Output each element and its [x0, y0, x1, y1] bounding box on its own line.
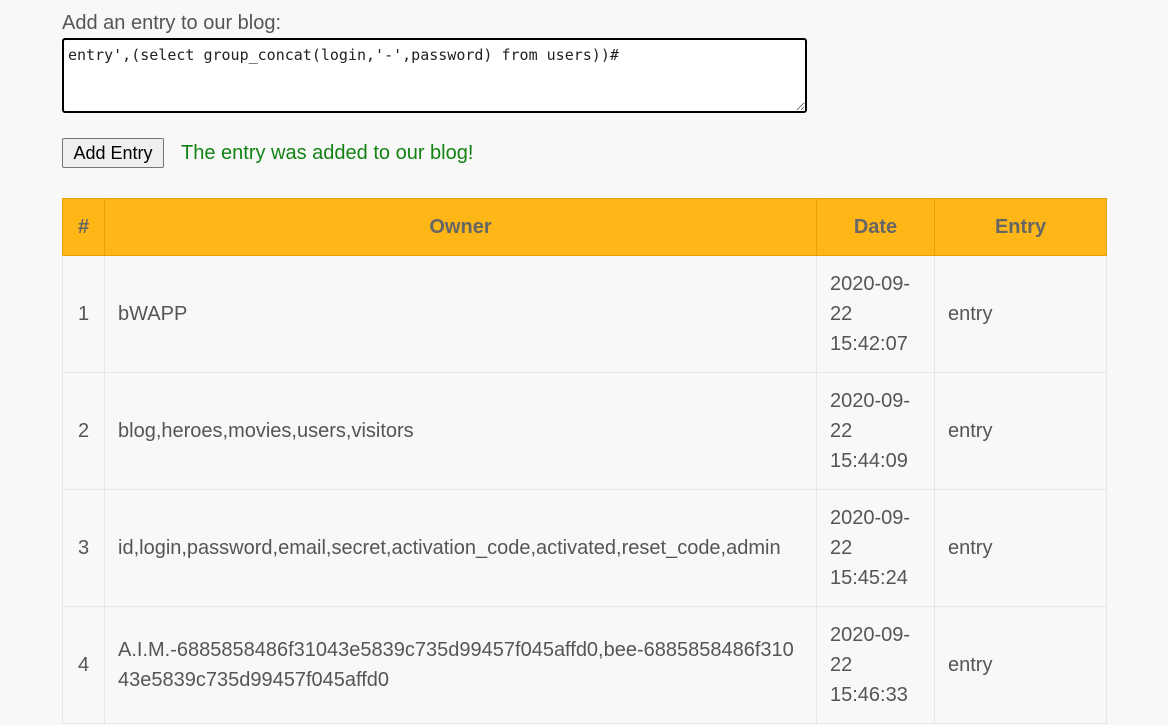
table-row: 1 bWAPP 2020-09- 22 15:42:07 entry [62, 255, 1107, 373]
row-date-line: 22 [830, 537, 853, 559]
row-date: 2020-09- 22 15:46:33 [816, 606, 935, 724]
success-message: The entry was added to our blog! [181, 142, 474, 164]
row-entry: entry [934, 489, 1107, 607]
row-date-line: 15:46:33 [830, 684, 908, 706]
row-number: 4 [62, 606, 105, 724]
entry-textarea[interactable]: entry',(select group_concat(login,'-',pa… [62, 38, 807, 113]
row-number: 3 [62, 489, 105, 607]
row-owner: bWAPP [104, 255, 817, 373]
row-date-line: 2020-09- [830, 507, 911, 529]
header-entry: Entry [934, 198, 1107, 256]
table-row: 3 id,login,password,email,secret,activat… [62, 489, 1107, 607]
row-owner: blog,heroes,movies,users,visitors [104, 372, 817, 490]
row-date: 2020-09- 22 15:44:09 [816, 372, 935, 490]
row-date-line: 2020-09- [830, 624, 911, 646]
row-entry: entry [934, 255, 1107, 373]
table-row: 2 blog,heroes,movies,users,visitors 2020… [62, 372, 1107, 490]
row-entry: entry [934, 372, 1107, 490]
row-date-line: 15:45:24 [830, 567, 908, 589]
row-entry: entry [934, 606, 1107, 724]
entry-form-label: Add an entry to our blog: [62, 12, 282, 34]
row-date: 2020-09- 22 15:45:24 [816, 489, 935, 607]
row-number: 1 [62, 255, 105, 373]
blog-page: Add an entry to our blog: entry',(select… [0, 0, 1168, 725]
row-date-line: 2020-09- [830, 273, 911, 295]
header-date: Date [816, 198, 935, 256]
row-owner: id,login,password,email,secret,activatio… [104, 489, 817, 607]
row-owner: A.I.M.-6885858486f31043e5839c735d99457f0… [104, 606, 817, 724]
add-entry-button[interactable]: Add Entry [62, 138, 164, 168]
row-date-line: 22 [830, 420, 853, 442]
row-date-line: 15:44:09 [830, 450, 908, 472]
header-number: # [62, 198, 105, 256]
table-header-row: # Owner Date Entry [62, 198, 1107, 256]
row-date-line: 15:42:07 [830, 333, 908, 355]
row-date-line: 22 [830, 654, 853, 676]
row-date-line: 22 [830, 303, 853, 325]
row-date-line: 2020-09- [830, 390, 911, 412]
table-row: 4 A.I.M.-6885858486f31043e5839c735d99457… [62, 606, 1107, 724]
row-number: 2 [62, 372, 105, 490]
row-date: 2020-09- 22 15:42:07 [816, 255, 935, 373]
header-owner: Owner [104, 198, 817, 256]
blog-entries-table: # Owner Date Entry 1 bWAPP 2020-09- 22 1… [62, 198, 1107, 724]
